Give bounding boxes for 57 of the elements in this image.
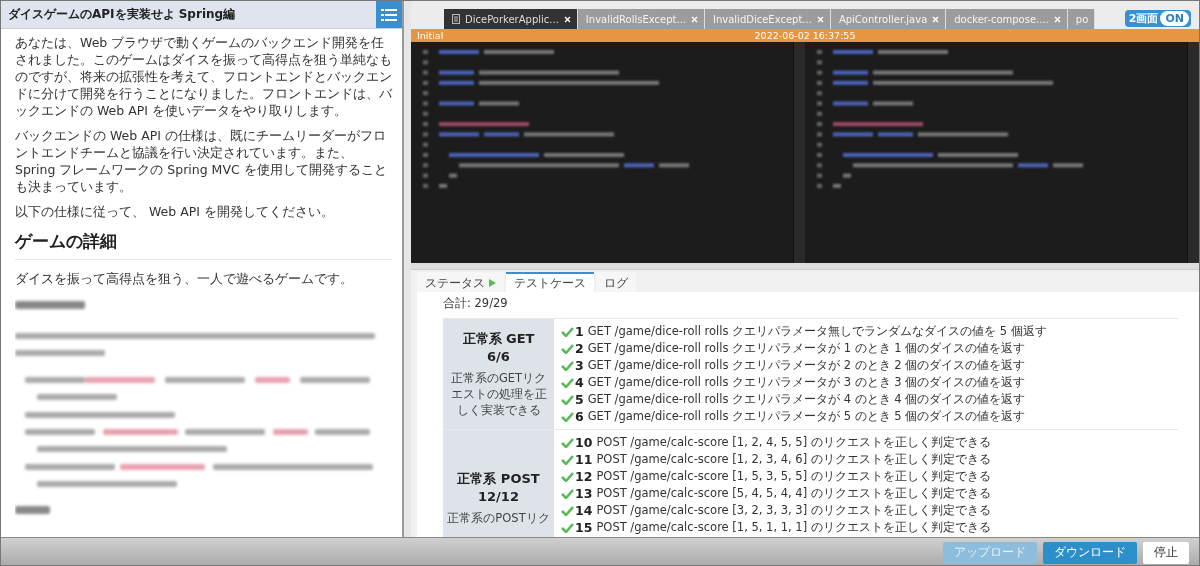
case-number: 10 bbox=[575, 435, 593, 450]
file-tab[interactable]: DicePorkerApplic... bbox=[444, 9, 578, 29]
action-button[interactable]: ダウンロード bbox=[1043, 541, 1137, 564]
case-number: 12 bbox=[575, 469, 593, 484]
test-case: POST /game/calc-score [1, 2, 4, 5, 5] のリクエストを正しく判定できる bbox=[596, 435, 991, 450]
status-label: Initial bbox=[417, 30, 445, 41]
panel-tab[interactable]: テストケース bbox=[506, 272, 594, 292]
case-number: 5 bbox=[575, 392, 584, 407]
group-description: 正常系のPOSTリク bbox=[447, 510, 550, 526]
paragraph: バックエンドの Web API の仕様は、既にチームリーダーがフロントエンドチームと協議を行い決定されています。また、 Spring フレームワークの Spring MVC を使用して開発することも決まっています。 bbox=[15, 127, 388, 195]
case-number: 4 bbox=[575, 375, 584, 390]
action-button[interactable]: 停止 bbox=[1143, 541, 1189, 564]
group-description: 正常系のGETリクエストの処理を正しく実装できる bbox=[449, 370, 548, 418]
case-number: 2 bbox=[575, 341, 584, 356]
test-case: POST /game/calc-score [3, 2, 3, 3, 3] のリクエストを正しく判定できる bbox=[596, 503, 991, 518]
case-number: 13 bbox=[575, 486, 593, 501]
menu-button[interactable] bbox=[376, 1, 402, 28]
test-case: GET /game/dice-roll rolls クエリパラメータが 5 のとき 5 個のダイスの値を返す bbox=[587, 409, 1026, 424]
group-title: 正常系 POST bbox=[457, 470, 540, 488]
test-case: GET /game/dice-roll rolls クエリパラメータが 1 のとき 1 個のダイスの値を返す bbox=[587, 341, 1026, 356]
case-number: 1 bbox=[575, 324, 584, 339]
splitter[interactable] bbox=[403, 1, 411, 537]
file-tab[interactable]: ApiController.java bbox=[830, 9, 947, 29]
file-tab[interactable]: docker-compose.... bbox=[946, 9, 1068, 29]
test-case: GET /game/dice-roll rolls クエリパラメータが 4 のとき 4 個のダイスの値を返す bbox=[587, 392, 1026, 407]
panel-tab[interactable]: ログ bbox=[596, 272, 636, 292]
case-number: 15 bbox=[575, 520, 593, 535]
group-title: 正常系 GET bbox=[462, 330, 535, 348]
document-title: ダイスゲームのAPIを実装せよ Spring編 bbox=[7, 6, 237, 23]
file-tab[interactable]: InvalidDiceExcept... bbox=[705, 9, 831, 29]
paragraph: ダイスを振って高得点を狙う、一人で遊べるゲームです。 bbox=[15, 270, 354, 287]
test-case: POST /game/calc-score [1, 5, 1, 1, 1] のリクエストを正しく判定できる bbox=[596, 520, 991, 535]
list-icon bbox=[381, 7, 397, 22]
case-number: 6 bbox=[575, 409, 584, 424]
paragraph: 以下の仕様に従って、 Web API を開発してください。 bbox=[15, 203, 335, 220]
test-case: POST /game/calc-score [1, 5, 3, 5, 5] のリクエストを正しく判定できる bbox=[596, 469, 991, 484]
resize-handle[interactable] bbox=[411, 263, 1199, 270]
group-score: 6/6 bbox=[487, 348, 510, 366]
test-case: POST /game/calc-score [5, 4, 5, 4, 4] のリクエストを正しく判定できる bbox=[596, 486, 991, 501]
panel-tab[interactable]: ステータス bbox=[417, 272, 504, 292]
group-score: 12/12 bbox=[478, 488, 519, 506]
file-tab[interactable]: po bbox=[1067, 9, 1096, 29]
case-number: 3 bbox=[575, 358, 584, 373]
case-number: 14 bbox=[575, 503, 593, 518]
test-case: POST /game/calc-score [1, 2, 3, 4, 6] のリクエストを正しく判定できる bbox=[596, 452, 991, 467]
file-icon bbox=[452, 14, 460, 24]
file-tab[interactable]: InvalidRollsExcept... bbox=[577, 9, 705, 29]
test-case: GET /game/dice-roll rolls クエリパラメータが 2 のとき 2 個のダイスの値を返す bbox=[587, 358, 1026, 373]
close-icon[interactable] bbox=[563, 15, 571, 23]
section-heading: ゲームの詳細 bbox=[15, 230, 392, 260]
total-score: 合計: 29/29 bbox=[443, 296, 509, 311]
test-case: GET /game/dice-roll rolls クエリパラメータ無しでランダムなダイスの値を 5 個返す bbox=[587, 324, 1047, 339]
case-number: 11 bbox=[575, 452, 593, 467]
paragraph: あなたは、Web ブラウザで動くゲームのバックエンド開発を任されました。このゲームはダイスを振って高得点を狙う単純なものですが、将来の拡張性を考えて、フロントエンドとバックエンドに分けて開発を行うことになりました。フロントエンドは、バックエンドの Web API を使いデータをやり取りします。 bbox=[15, 34, 392, 119]
dual-view-toggle[interactable]: 2画面 ON bbox=[1124, 10, 1191, 27]
timestamp: 2022-06-02 16:37:55 bbox=[754, 30, 856, 41]
test-case: GET /game/dice-roll rolls クエリパラメータが 3 のとき 3 個のダイスの値を返す bbox=[587, 375, 1026, 390]
